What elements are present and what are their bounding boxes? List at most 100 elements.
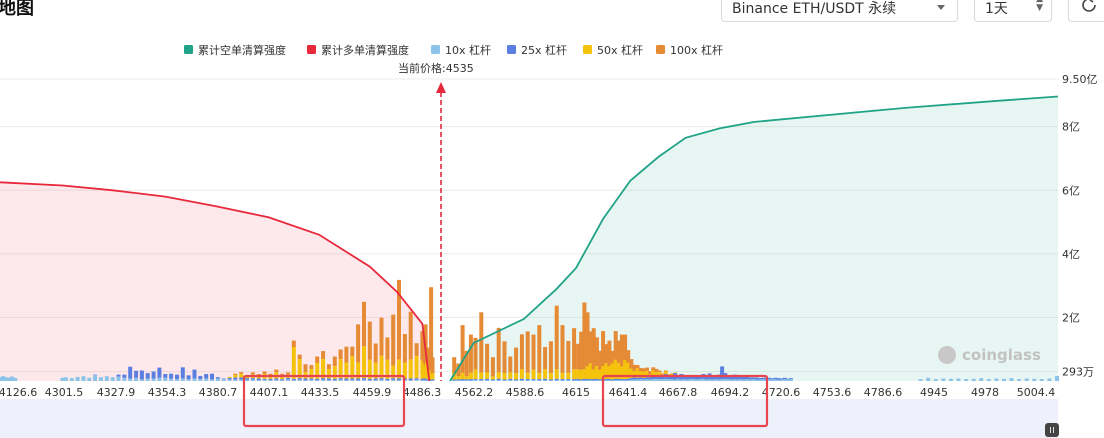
bar-25x — [338, 378, 343, 380]
bar-10x — [430, 380, 435, 381]
bar-25x — [297, 378, 302, 380]
bar-10x — [926, 377, 931, 381]
x-tick-label: 4301.5 — [45, 386, 84, 399]
bar-10x — [460, 380, 465, 381]
bar-25x — [479, 379, 484, 381]
bar-10x — [464, 380, 469, 381]
bar-25x — [554, 378, 559, 381]
bar-25x — [157, 367, 162, 378]
bar-10x — [362, 379, 366, 381]
bar-25x — [315, 378, 320, 381]
bar-10x — [180, 378, 185, 381]
bar-100x — [402, 334, 407, 363]
y-tick-label: 8亿 — [1062, 121, 1080, 134]
bar-25x — [391, 378, 396, 380]
bar-10x — [245, 379, 250, 381]
bar-50x — [554, 369, 559, 379]
bar-50x — [456, 376, 461, 380]
bar-50x — [566, 372, 571, 380]
bar-50x — [673, 372, 678, 373]
bar-100x — [362, 301, 366, 347]
bar-50x — [408, 359, 413, 379]
bar-10x — [286, 379, 290, 381]
bar-10x — [198, 379, 203, 381]
bar-100x — [332, 356, 337, 366]
bar-25x — [543, 378, 548, 381]
bar-10x — [514, 380, 519, 381]
bar-25x — [93, 374, 98, 376]
bar-100x — [645, 367, 649, 371]
bar-100x — [496, 327, 501, 373]
bar-25x — [239, 377, 244, 380]
bar-10x — [554, 380, 559, 381]
bar-50x — [514, 373, 519, 380]
bar-100x — [537, 325, 542, 373]
bar-25x — [385, 378, 390, 381]
bar-10x — [1039, 379, 1044, 381]
bar-100x — [508, 356, 513, 373]
bar-10x — [560, 380, 565, 381]
bar-10x — [338, 379, 343, 381]
bar-25x — [309, 378, 314, 380]
legend-swatch — [307, 45, 316, 54]
bar-25x — [227, 377, 232, 380]
y-tick-label: 9.50亿 — [1062, 73, 1098, 86]
bar-10x — [1032, 378, 1037, 381]
bar-100x — [367, 321, 372, 360]
bar-25x — [414, 378, 419, 380]
bar-10x — [186, 379, 191, 381]
legend-item-lev25: 25x 杠杆 — [507, 43, 567, 57]
bar-10x — [210, 379, 214, 381]
bar-25x — [788, 378, 793, 380]
bar-25x — [280, 379, 285, 381]
bar-10x — [1009, 378, 1014, 381]
bar-10x — [93, 375, 98, 381]
bar-50x — [464, 376, 469, 380]
bar-10x — [116, 376, 121, 381]
x-tick-label: 4753.6 — [813, 386, 852, 399]
chart-scroll-handle[interactable] — [1045, 423, 1059, 437]
bar-100x — [239, 372, 244, 374]
bar-25x — [134, 370, 139, 378]
bar-100x — [250, 372, 255, 375]
bar-50x — [473, 369, 478, 380]
bar-10x — [309, 379, 314, 381]
bar-10x — [452, 380, 457, 381]
bar-25x — [572, 379, 577, 381]
bar-25x — [367, 378, 372, 381]
bar-25x — [169, 373, 174, 379]
bar-10x — [233, 379, 238, 381]
x-tick-label: 4486.3 — [403, 386, 442, 399]
x-tick-label: 4786.6 — [864, 386, 903, 399]
legend-label: 50x 杠杆 — [597, 43, 643, 57]
bar-50x — [560, 372, 565, 380]
legend-swatch — [656, 45, 665, 54]
legend-item-lev10: 10x 杠杆 — [431, 43, 491, 57]
x-tick-label: 4615 — [562, 386, 590, 399]
bar-25x — [531, 379, 536, 381]
bar-25x — [175, 374, 179, 380]
bar-10x — [175, 379, 179, 381]
bar-100x — [548, 341, 553, 374]
bar-10x — [99, 377, 103, 381]
bar-10x — [543, 380, 548, 381]
bar-100x — [490, 357, 495, 377]
bar-50x — [430, 373, 435, 380]
bar-10x — [379, 379, 384, 381]
bar-25x — [496, 378, 501, 381]
bar-10x — [326, 380, 331, 381]
bar-100x — [572, 328, 577, 370]
bar-100x — [531, 334, 536, 370]
bar-25x — [408, 378, 413, 381]
bar-50x — [379, 355, 384, 379]
bar-100x — [414, 343, 419, 356]
bar-10x — [204, 378, 209, 381]
bar-100x — [485, 343, 490, 373]
bar-10x — [788, 379, 793, 381]
bar-50x — [537, 372, 542, 380]
bar-10x — [408, 380, 413, 381]
bar-25x — [560, 379, 565, 381]
legend: 累计空单清算强度 累计多单清算强度 10x 杠杆 25x 杠杆 50x 杠杆 100x 杠… — [184, 43, 723, 57]
x-tick-label: 4327.9 — [97, 386, 136, 399]
bar-10x — [169, 378, 174, 381]
